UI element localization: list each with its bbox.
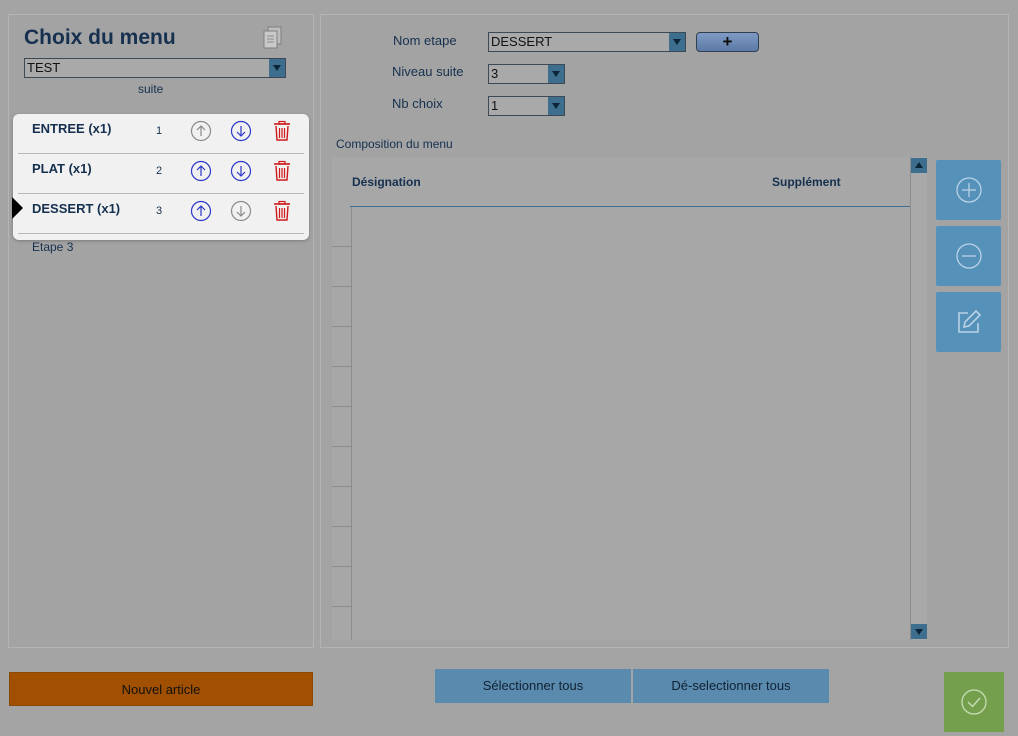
step-name: DESSERT (x1) — [32, 201, 121, 216]
steps-list: ENTREE (x1) 1 PLAT (x1) 2 DESSERT (x1) 3 — [13, 114, 309, 240]
chevron-down-icon[interactable] — [669, 33, 685, 51]
niveau-suite-value: 3 — [491, 66, 499, 81]
chevron-down-icon[interactable] — [269, 59, 285, 77]
chevron-down-icon[interactable] — [548, 65, 564, 83]
deselect-all-button[interactable]: Dé-selectionner tous — [633, 669, 829, 703]
row-divider — [332, 406, 352, 407]
arrow-down-circle-icon[interactable] — [230, 160, 252, 182]
nom-etape-select[interactable]: DESSERT — [488, 32, 686, 52]
add-step-button[interactable]: + — [696, 32, 759, 52]
arrow-up-circle-icon[interactable] — [190, 120, 212, 142]
validate-button[interactable] — [944, 672, 1004, 732]
row-divider — [332, 246, 352, 247]
menu-select-value: TEST — [27, 60, 61, 75]
vertical-scrollbar[interactable] — [910, 157, 927, 640]
check-circle-icon — [961, 689, 987, 715]
row-divider — [332, 366, 352, 367]
step-suite: 1 — [156, 125, 163, 137]
niveau-suite-select[interactable]: 3 — [488, 64, 565, 84]
left-panel — [8, 14, 314, 648]
new-article-button[interactable]: Nouvel article — [9, 672, 313, 706]
edit-item-button[interactable] — [936, 292, 1001, 352]
plus-circle-icon — [956, 177, 982, 203]
nom-etape-value: DESSERT — [491, 34, 553, 49]
document-copy-icon[interactable] — [262, 26, 284, 50]
trash-icon[interactable] — [271, 120, 293, 142]
minus-circle-icon — [956, 243, 982, 269]
row-divider — [332, 526, 352, 527]
composition-label: Composition du menu — [336, 137, 453, 151]
chevron-down-icon[interactable] — [548, 97, 564, 115]
niveau-suite-label: Niveau suite — [392, 64, 464, 79]
row-divider — [332, 326, 352, 327]
step-row-entree[interactable]: ENTREE (x1) 1 — [18, 114, 304, 154]
menu-title: Choix du menu — [24, 26, 176, 49]
step-row-dessert[interactable]: DESSERT (x1) 3 — [18, 194, 304, 234]
step-name: ENTREE (x1) — [32, 121, 112, 136]
composition-table[interactable]: Désignation Supplément — [332, 157, 927, 640]
current-step-label: Etape 3 — [32, 240, 74, 254]
row-divider — [332, 286, 352, 287]
row-divider — [332, 486, 352, 487]
arrow-up-circle-icon[interactable] — [190, 160, 212, 182]
step-name: PLAT (x1) — [32, 161, 92, 176]
step-suite: 2 — [156, 165, 163, 177]
scroll-down-icon[interactable] — [911, 624, 927, 639]
scroll-up-icon[interactable] — [911, 158, 927, 173]
header-divider — [350, 206, 910, 207]
nb-choix-value: 1 — [491, 98, 499, 113]
current-row-marker — [12, 197, 23, 219]
plus-icon: + — [722, 32, 733, 51]
trash-icon[interactable] — [271, 200, 293, 222]
nb-choix-select[interactable]: 1 — [488, 96, 565, 116]
add-item-button[interactable] — [936, 160, 1001, 220]
nom-etape-label: Nom etape — [393, 33, 457, 48]
row-divider — [332, 606, 352, 607]
arrow-down-circle-icon[interactable] — [230, 200, 252, 222]
row-divider — [332, 566, 352, 567]
remove-item-button[interactable] — [936, 226, 1001, 286]
column-header-designation[interactable]: Désignation — [352, 175, 421, 189]
menu-select[interactable]: TEST — [24, 58, 286, 78]
select-all-button[interactable]: Sélectionner tous — [435, 669, 631, 703]
row-selector-column — [332, 207, 352, 640]
step-row-plat[interactable]: PLAT (x1) 2 — [18, 154, 304, 194]
suite-column-header: suite — [138, 82, 164, 96]
trash-icon[interactable] — [271, 160, 293, 182]
edit-icon — [958, 309, 982, 333]
arrow-down-circle-icon[interactable] — [230, 120, 252, 142]
row-divider — [332, 446, 352, 447]
arrow-up-circle-icon[interactable] — [190, 200, 212, 222]
step-suite: 3 — [156, 205, 163, 217]
nb-choix-label: Nb choix — [392, 96, 443, 111]
column-header-supplement[interactable]: Supplément — [772, 175, 841, 189]
